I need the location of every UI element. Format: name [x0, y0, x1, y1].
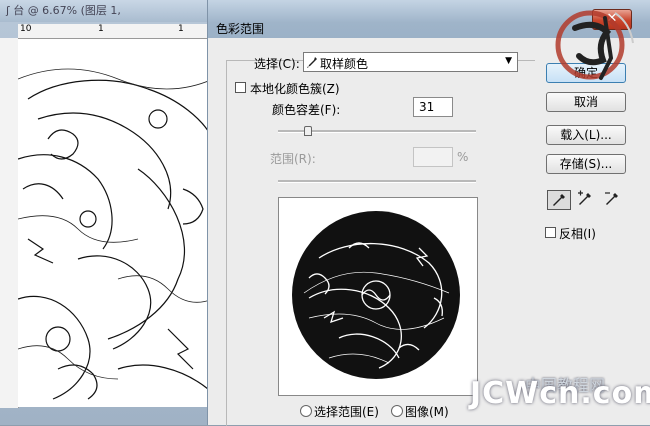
range-input[interactable]: [413, 147, 453, 167]
selection-radio-label: 选择范围(E): [314, 405, 379, 419]
range-label: 范围(R):: [270, 152, 316, 166]
fuzziness-input[interactable]: 31: [413, 97, 453, 117]
preview-dragon-medallion: [292, 211, 460, 379]
select-label: 选择(C):: [254, 57, 300, 71]
selection-preview: [278, 197, 478, 396]
watermark: JCWcn.com: [470, 376, 650, 411]
dialog-title: 色彩范围: [216, 22, 265, 36]
invert-checkbox[interactable]: [545, 227, 556, 238]
eyedropper-minus-icon: [605, 192, 618, 205]
vertical-ruler: [0, 38, 19, 408]
range-unit: %: [457, 150, 469, 164]
eyedropper-plus-icon: [578, 190, 591, 205]
image-radio[interactable]: [391, 405, 403, 417]
load-button[interactable]: 载入(L)...: [546, 125, 626, 145]
select-value: 取样颜色: [320, 57, 369, 71]
save-button[interactable]: 存储(S)...: [546, 154, 626, 174]
fuzziness-slider-thumb[interactable]: [303, 126, 312, 136]
selection-radio[interactable]: [300, 405, 312, 417]
localized-clusters-label: 本地化颜色簇(Z): [250, 82, 340, 96]
image-radio-label: 图像(M): [405, 405, 449, 419]
document-canvas[interactable]: [18, 39, 213, 407]
dragon-line-art: [18, 68, 213, 400]
select-dropdown[interactable]: 取样颜色 ▼: [303, 52, 518, 72]
site-logo: [555, 10, 634, 80]
eyedropper-add-tool[interactable]: [574, 190, 598, 210]
chevron-down-icon: ▼: [505, 56, 512, 66]
localized-clusters-checkbox[interactable]: [235, 82, 246, 93]
fuzziness-label: 颜色容差(F):: [272, 103, 341, 117]
horizontal-ruler: 10 1 1: [18, 24, 213, 39]
document-title: ʃ 台 @ 6.67% (图层 1,: [0, 0, 222, 22]
eyedropper-subtract-tool[interactable]: [601, 190, 625, 210]
eyedropper-icon: [553, 194, 565, 206]
document-window: ʃ 台 @ 6.67% (图层 1, 10 1 1: [0, 0, 222, 425]
eyedropper-icon: [307, 57, 317, 68]
ruler-mark: 1: [98, 24, 104, 34]
invert-label: 反相(I): [559, 227, 596, 241]
ruler-mark: 1: [178, 24, 184, 34]
ruler-mark: 10: [20, 24, 32, 34]
eyedropper-tool[interactable]: [547, 190, 571, 210]
cancel-button[interactable]: 取消: [546, 92, 626, 112]
range-slider-track[interactable]: [278, 180, 476, 183]
